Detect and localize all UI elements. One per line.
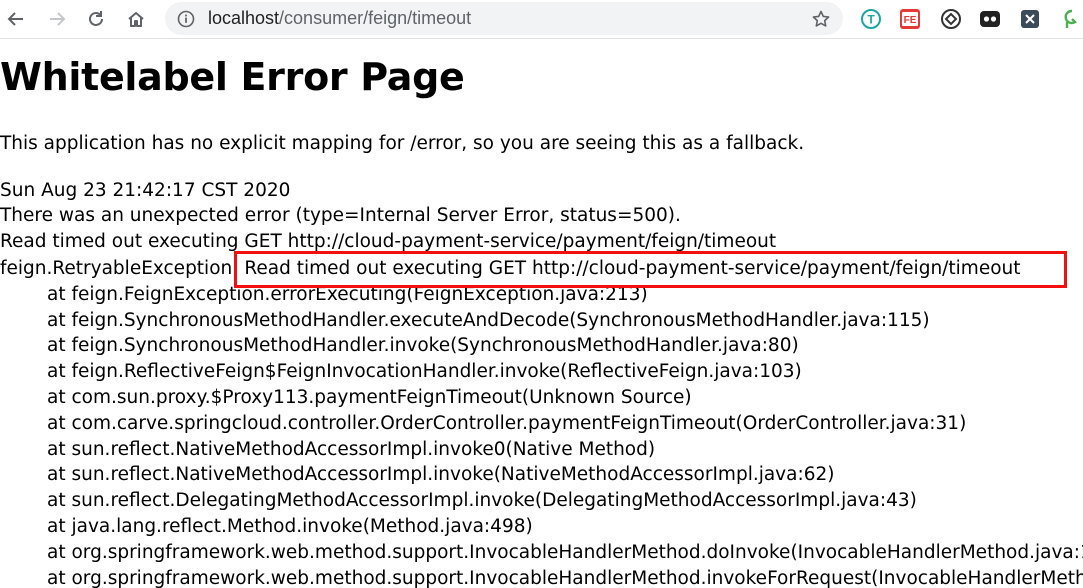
explanation-text: This application has no explicit mapping…: [0, 133, 805, 154]
page-content: Whitelabel Error Page This application h…: [0, 38, 1083, 588]
bookmark-star-icon[interactable]: [811, 9, 831, 33]
stack-frame: at java.lang.reflect.Method.invoke(Metho…: [47, 515, 533, 537]
stack-frame: at org.springframework.web.method.suppor…: [47, 567, 1083, 588]
url-path: /consumer/feign/timeout: [279, 8, 472, 28]
extension-shield-icon[interactable]: [940, 8, 962, 30]
extension-t-icon[interactable]: T: [860, 8, 882, 30]
back-icon[interactable]: [2, 5, 30, 33]
extension-fe-icon[interactable]: FE: [899, 8, 921, 30]
url-host: localhost: [208, 8, 280, 28]
exception-class: feign.RetryableException: [0, 258, 233, 279]
page-title: Whitelabel Error Page: [0, 55, 465, 99]
stack-frame: at feign.SynchronousMethodHandler.execut…: [47, 309, 930, 331]
extension-dark-icon[interactable]: [979, 8, 1001, 30]
error-message-text: Read timed out executing GET http://clou…: [0, 231, 777, 252]
forward-icon[interactable]: [43, 5, 71, 33]
timestamp-text: Sun Aug 23 21:42:17 CST 2020: [0, 180, 291, 201]
stack-frame: at com.carve.springcloud.controller.Orde…: [47, 412, 967, 434]
stack-frame: at feign.ReflectiveFeign$FeignInvocation…: [47, 361, 802, 383]
highlight-annotation-box: [234, 251, 1067, 288]
error-summary-text: There was an unexpected error (type=Inte…: [0, 205, 681, 226]
stack-frame: at org.springframework.web.method.suppor…: [47, 541, 1083, 563]
stack-frame: at sun.reflect.NativeMethodAccessorImpl.…: [47, 438, 656, 460]
stack-frame: at com.sun.proxy.$Proxy113.paymentFeignT…: [47, 386, 692, 408]
home-icon[interactable]: [122, 5, 150, 33]
svg-text:FE: FE: [904, 15, 917, 26]
svg-text:T: T: [867, 13, 875, 27]
address-bar[interactable]: localhost/consumer/feign/timeout: [165, 2, 843, 35]
extension-x-icon[interactable]: [1019, 8, 1041, 30]
info-icon[interactable]: [177, 10, 195, 32]
extension-leaf-icon[interactable]: [1058, 8, 1080, 30]
reload-icon[interactable]: [82, 5, 110, 33]
stack-trace: feign.RetryableException: Read timed out…: [0, 256, 1083, 588]
browser-toolbar: localhost/consumer/feign/timeout T FE: [0, 0, 1083, 39]
url-text[interactable]: localhost/consumer/feign/timeout: [208, 2, 471, 35]
stack-frame: at sun.reflect.DelegatingMethodAccessorI…: [47, 490, 917, 512]
stack-frame: at feign.SynchronousMethodHandler.invoke…: [47, 335, 799, 357]
stack-frame: at sun.reflect.NativeMethodAccessorImpl.…: [47, 464, 835, 486]
